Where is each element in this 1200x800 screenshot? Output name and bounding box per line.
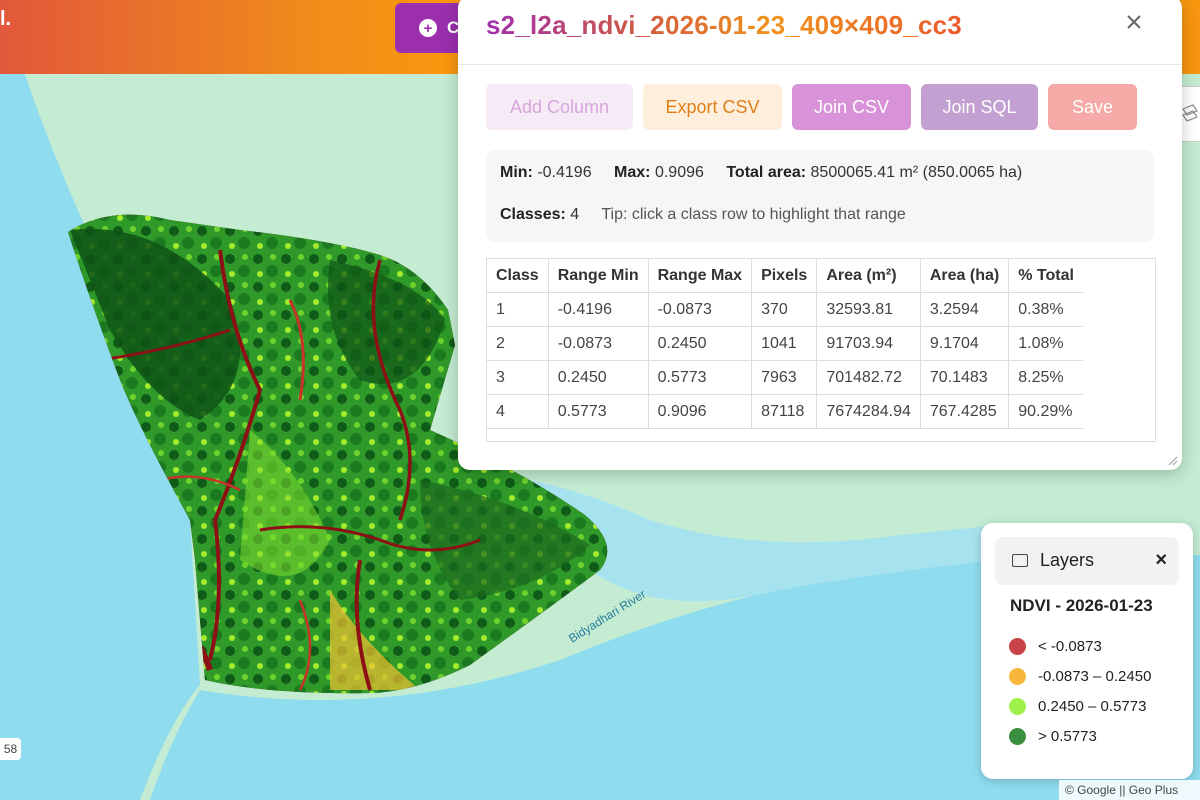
layers-close-icon[interactable]: × [1155, 549, 1167, 571]
cell-range-min: 0.2450 [548, 360, 649, 395]
total-area-value: 8500065.41 m² (850.0065 ha) [810, 164, 1023, 181]
legend-item: > 0.5773 [1009, 721, 1151, 751]
cell-range-max: -0.0873 [648, 292, 753, 327]
max-value: 0.9096 [654, 164, 704, 181]
table-row[interactable]: 2 -0.0873 0.2450 1041 91703.94 9.1704 1.… [487, 326, 1083, 361]
add-column-button[interactable]: Add Column [486, 84, 633, 130]
resize-grip-icon[interactable] [1168, 456, 1178, 466]
legend-item: -0.0873 – 0.2450 [1009, 661, 1151, 691]
table-row[interactable]: 3 0.2450 0.5773 7963 701482.72 70.1483 8… [487, 360, 1083, 395]
cell-area-m2: 701482.72 [816, 360, 921, 395]
cell-range-min: -0.4196 [548, 292, 649, 327]
raster-stats-popup: s2_l2a_ndvi_2026-01-23_409×409_cc3 Add C… [458, 0, 1182, 470]
classes-label: Classes: [500, 206, 566, 223]
cell-range-min: -0.0873 [548, 326, 649, 361]
legend-swatch [1009, 667, 1026, 685]
cell-pct-total: 8.25% [1008, 360, 1083, 395]
col-class: Class [487, 259, 549, 293]
map-attribution[interactable]: © Google || Geo Plus [1059, 780, 1200, 800]
max-label: Max: [614, 164, 651, 181]
join-sql-button[interactable]: Join SQL [921, 84, 1038, 130]
cell-class: 4 [487, 394, 549, 429]
header-divider [458, 64, 1182, 65]
legend-item: < -0.0873 [1009, 631, 1151, 661]
cell-pixels: 7963 [751, 360, 818, 395]
cell-class: 3 [487, 360, 549, 395]
tip-text: Tip: click a class row to highlight that… [601, 206, 906, 223]
zoom-level-badge: 58 [0, 738, 21, 760]
col-pct-total: % Total [1008, 259, 1083, 293]
cell-pct-total: 90.29% [1008, 394, 1083, 429]
col-range-max: Range Max [648, 259, 753, 293]
folder-icon [1012, 554, 1028, 567]
cell-area-ha: 3.2594 [920, 292, 1010, 327]
class-table-container[interactable]: Class Range Min Range Max Pixels Area (m… [486, 258, 1156, 442]
popup-title: s2_l2a_ndvi_2026-01-23_409×409_cc3 [486, 10, 962, 40]
join-csv-button[interactable]: Join CSV [792, 84, 911, 130]
action-toolbar: Add Column Export CSV Join CSV Join SQL … [486, 84, 1137, 130]
legend-label: -0.0873 – 0.2450 [1038, 667, 1152, 685]
cell-area-m2: 32593.81 [816, 292, 921, 327]
layer-name[interactable]: NDVI - 2026-01-23 [1010, 596, 1153, 616]
cell-pixels: 1041 [751, 326, 818, 361]
layers-panel-header[interactable]: Layers × [995, 537, 1179, 585]
plus-circle-icon: + [419, 19, 437, 37]
col-area-m2: Area (m²) [816, 259, 921, 293]
min-label: Min: [500, 164, 533, 181]
classes-value: 4 [570, 206, 580, 223]
cell-class: 2 [487, 326, 549, 361]
export-csv-button[interactable]: Export CSV [643, 84, 782, 130]
cell-area-ha: 9.1704 [920, 326, 1010, 361]
cell-range-max: 0.5773 [648, 360, 753, 395]
legend-label: < -0.0873 [1038, 637, 1102, 655]
cell-area-ha: 767.4285 [920, 394, 1010, 429]
cell-pixels: 370 [751, 292, 818, 327]
layers-panel-title: Layers [1040, 550, 1095, 570]
cell-pct-total: 0.38% [1008, 292, 1083, 327]
cell-range-min: 0.5773 [548, 394, 649, 429]
cell-area-ha: 70.1483 [920, 360, 1010, 395]
legend-swatch [1009, 697, 1026, 715]
table-header-row: Class Range Min Range Max Pixels Area (m… [487, 259, 1083, 293]
legend-label: 0.2450 – 0.5773 [1038, 697, 1147, 715]
layers-panel: Layers × NDVI - 2026-01-23 < -0.0873 -0.… [981, 523, 1193, 779]
total-area-label: Total area: [726, 164, 807, 181]
ndvi-legend: < -0.0873 -0.0873 – 0.2450 0.2450 – 0.57… [1009, 631, 1151, 751]
brand-logo[interactable]: l. [0, 8, 11, 31]
cell-range-max: 0.2450 [648, 326, 753, 361]
cell-pct-total: 1.08% [1008, 326, 1083, 361]
class-table: Class Range Min Range Max Pixels Area (m… [487, 259, 1083, 429]
cell-area-m2: 7674284.94 [816, 394, 921, 429]
close-icon[interactable] [1122, 10, 1146, 34]
cell-area-m2: 91703.94 [816, 326, 921, 361]
table-row[interactable]: 1 -0.4196 -0.0873 370 32593.81 3.2594 0.… [487, 292, 1083, 327]
cell-class: 1 [487, 292, 549, 327]
cell-pixels: 87118 [751, 394, 818, 429]
legend-swatch [1009, 727, 1026, 745]
cell-range-max: 0.9096 [648, 394, 753, 429]
stats-summary: Min: -0.4196 Max: 0.9096 Total area: 850… [486, 150, 1154, 242]
legend-item: 0.2450 – 0.5773 [1009, 691, 1151, 721]
col-area-ha: Area (ha) [920, 259, 1010, 293]
table-row[interactable]: 4 0.5773 0.9096 87118 7674284.94 767.428… [487, 394, 1083, 429]
legend-label: > 0.5773 [1038, 727, 1097, 745]
min-value: -0.4196 [537, 164, 592, 181]
legend-swatch [1009, 637, 1026, 655]
save-button[interactable]: Save [1048, 84, 1137, 130]
col-range-min: Range Min [548, 259, 649, 293]
col-pixels: Pixels [751, 259, 818, 293]
